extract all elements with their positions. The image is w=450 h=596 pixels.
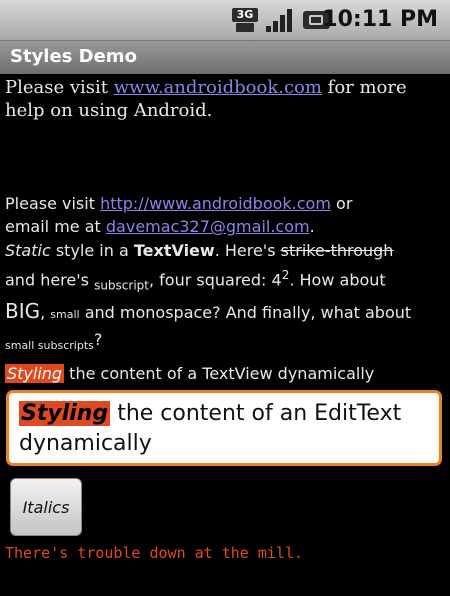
italics-button[interactable]: Italics	[10, 478, 82, 536]
text: ?	[93, 329, 103, 349]
network-3g-icon: 3G	[232, 8, 258, 32]
styled-word: Styling	[5, 364, 65, 383]
strike-text: strike-through	[280, 241, 394, 260]
text: . Here's	[214, 241, 281, 260]
status-bar: 3G 10:11 PM	[0, 0, 450, 41]
network-label: 3G	[232, 8, 258, 22]
text: or	[330, 194, 353, 213]
help-paragraph: Please visit www.androidbook.com for mor…	[5, 76, 445, 122]
text: ,	[40, 302, 51, 322]
app-title: Styles Demo	[10, 46, 137, 67]
styled-word: Styling	[19, 401, 111, 426]
text: and here's	[5, 270, 95, 290]
text: . How about	[289, 270, 386, 290]
text: the content of a TextView dynamically	[64, 364, 375, 383]
signal-icon	[266, 8, 296, 32]
androidbook-url-link[interactable]: http://www.androidbook.com	[100, 194, 331, 213]
text: ? And finally, what about	[212, 302, 412, 322]
app-title-bar: Styles Demo	[0, 41, 450, 74]
big-text: BIG	[5, 298, 41, 323]
bold-text: TextView	[133, 241, 215, 260]
clock: 10:11 PM	[322, 7, 438, 32]
static-style-paragraph: Static style in a TextView. Here's strik…	[5, 238, 420, 358]
text: and	[79, 302, 120, 322]
small-text: small	[50, 307, 80, 321]
email-link[interactable]: davemac327@gmail.com	[106, 217, 310, 236]
text: , four squared: 4	[148, 270, 282, 290]
text: Please visit	[5, 77, 114, 98]
italic-text: Static	[5, 241, 51, 260]
contact-paragraph: Please visit http://www.androidbook.com …	[5, 192, 445, 238]
monospace-text: monospace	[119, 302, 213, 322]
dynamic-textview: Styling the content of a TextView dynami…	[5, 362, 445, 385]
text: style in a	[50, 241, 134, 260]
text: email me at	[5, 217, 106, 236]
small-subscript-text: small subscripts	[5, 338, 94, 352]
trouble-message: There's trouble down at the mill.	[5, 544, 304, 562]
text: .	[309, 217, 315, 236]
text: Please visit	[5, 194, 101, 213]
androidbook-link[interactable]: www.androidbook.com	[114, 77, 322, 98]
subscript-text: subscript	[94, 278, 149, 293]
styled-edit-text[interactable]: Styling the content of an EditText dynam…	[6, 390, 442, 466]
